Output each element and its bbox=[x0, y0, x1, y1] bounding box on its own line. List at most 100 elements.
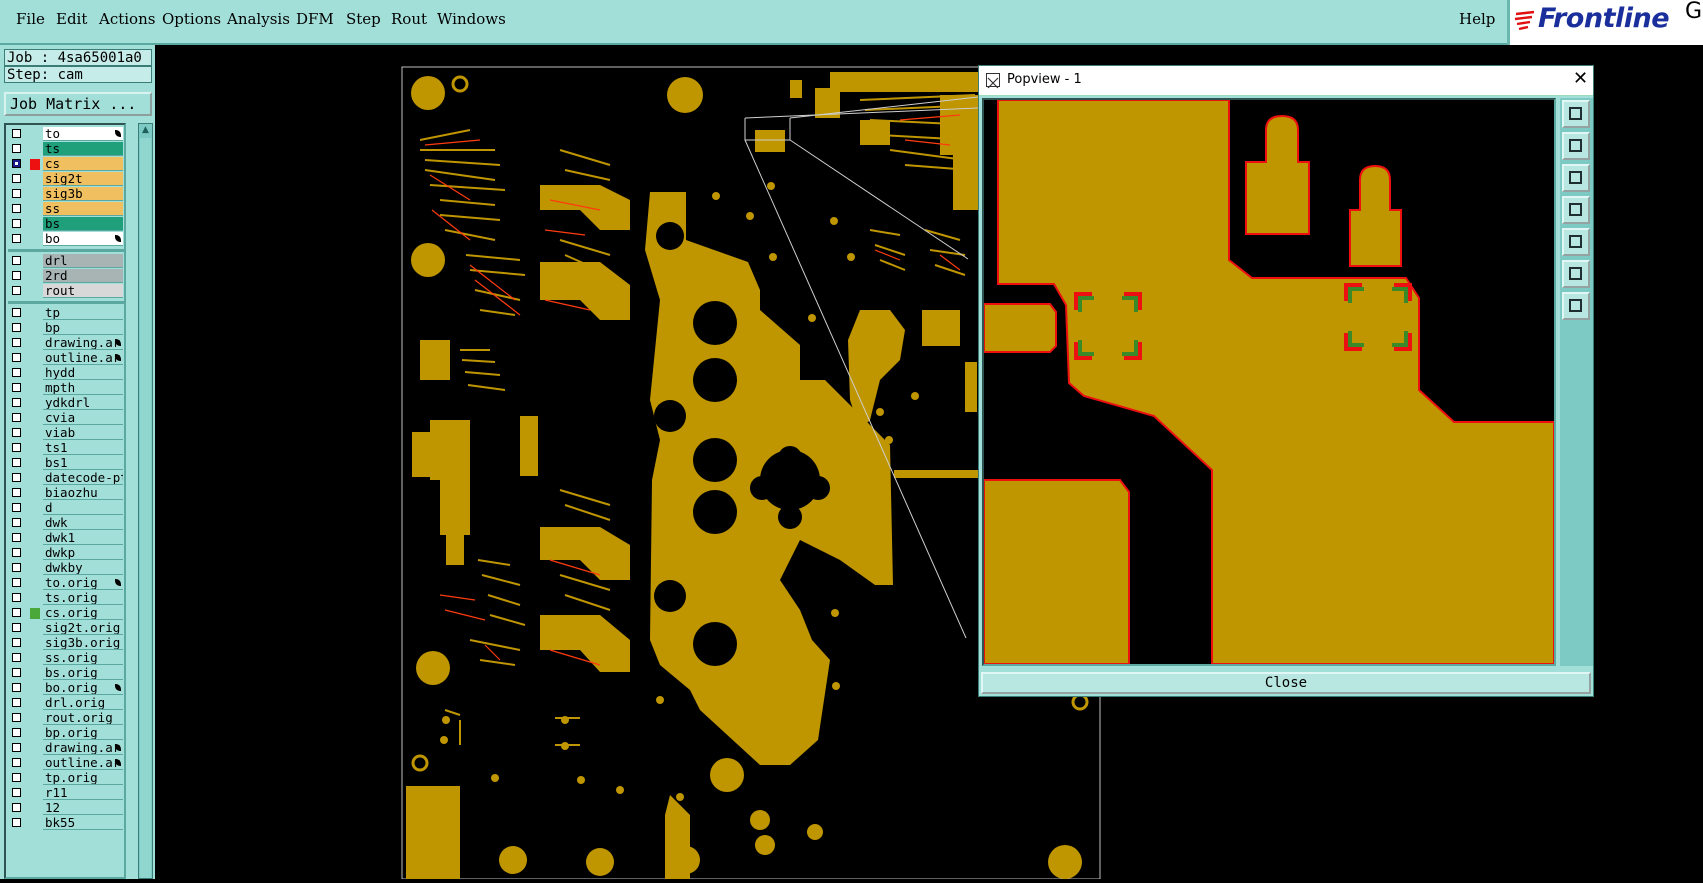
layer-checkbox[interactable] bbox=[12, 473, 21, 482]
layer-checkbox[interactable] bbox=[12, 728, 21, 737]
menu-edit[interactable]: Edit bbox=[56, 10, 87, 28]
layer-row-sig3b[interactable]: sig3b bbox=[8, 187, 124, 202]
pan-left-icon[interactable] bbox=[1562, 196, 1590, 224]
layer-name[interactable]: bs bbox=[43, 217, 123, 231]
menu-windows[interactable]: Windows bbox=[437, 10, 506, 28]
layer-row-to[interactable]: to bbox=[8, 127, 124, 142]
layer-checkbox[interactable] bbox=[12, 204, 21, 213]
layer-checkbox[interactable] bbox=[12, 286, 21, 295]
layer-name[interactable]: ss bbox=[43, 202, 123, 216]
layer-name[interactable]: bp bbox=[43, 321, 123, 335]
layer-name[interactable]: dwkp bbox=[43, 546, 123, 560]
layer-name[interactable]: rout bbox=[43, 284, 123, 298]
menu-help[interactable]: Help bbox=[1459, 10, 1495, 28]
menu-file[interactable]: File bbox=[16, 10, 45, 28]
layer-row-drl[interactable]: drl bbox=[8, 254, 124, 269]
layer-checkbox[interactable] bbox=[12, 488, 21, 497]
layer-row-rout[interactable]: rout bbox=[8, 284, 124, 299]
layer-checkbox[interactable] bbox=[12, 428, 21, 437]
layer-name[interactable]: sig3b.orig bbox=[43, 636, 123, 650]
layer-name[interactable]: mpth bbox=[43, 381, 123, 395]
layer-name[interactable]: sig3b bbox=[43, 187, 123, 201]
layer-row-bs[interactable]: bs bbox=[8, 217, 124, 232]
layer-row-ts[interactable]: ts bbox=[8, 142, 124, 157]
layer-checkbox[interactable] bbox=[12, 563, 21, 572]
home-icon[interactable] bbox=[1562, 292, 1590, 320]
layer-checkbox[interactable] bbox=[12, 174, 21, 183]
zoom-in-icon[interactable] bbox=[1562, 132, 1590, 160]
layer-name[interactable]: cs.orig bbox=[43, 606, 123, 620]
scroll-up-arrow-icon[interactable]: ▲ bbox=[139, 124, 152, 136]
layer-row-drawing-ar[interactable]: drawing.ar bbox=[8, 741, 124, 756]
layer-row-sig2t-orig[interactable]: sig2t.orig bbox=[8, 621, 124, 636]
popview-graphic[interactable] bbox=[982, 98, 1556, 666]
layer-row-bp[interactable]: bp bbox=[8, 321, 124, 336]
layer-checkbox[interactable] bbox=[12, 398, 21, 407]
layer-checkbox[interactable] bbox=[12, 713, 21, 722]
layer-row-ts-orig[interactable]: ts.orig bbox=[8, 591, 124, 606]
layer-row-dwk[interactable]: dwk bbox=[8, 516, 124, 531]
layer-name[interactable]: outline.ar bbox=[43, 756, 123, 770]
layer-checkbox[interactable] bbox=[12, 638, 21, 647]
layer-row-sig2t[interactable]: sig2t bbox=[8, 172, 124, 187]
layer-name[interactable]: outline.ar bbox=[43, 351, 123, 365]
layer-checkbox[interactable] bbox=[12, 323, 21, 332]
layer-checkbox[interactable] bbox=[12, 353, 21, 362]
layer-row-ss[interactable]: ss bbox=[8, 202, 124, 217]
layer-name[interactable]: drl bbox=[43, 254, 123, 268]
layer-name[interactable]: rout.orig bbox=[43, 711, 123, 725]
layer-row-bp-orig[interactable]: bp.orig bbox=[8, 726, 124, 741]
layer-row-bs1[interactable]: bs1 bbox=[8, 456, 124, 471]
layer-row-hydd[interactable]: hydd bbox=[8, 366, 124, 381]
layer-name[interactable]: hydd bbox=[43, 366, 123, 380]
layer-checkbox[interactable] bbox=[12, 773, 21, 782]
layer-name[interactable]: bo bbox=[43, 232, 123, 246]
layer-name[interactable]: bo.orig bbox=[43, 681, 123, 695]
layer-checkbox[interactable] bbox=[12, 383, 21, 392]
layer-row-drawing-ar[interactable]: drawing.ar bbox=[8, 336, 124, 351]
layer-checkbox[interactable] bbox=[12, 458, 21, 467]
layer-name[interactable]: drawing.ar bbox=[43, 741, 123, 755]
layer-checkbox[interactable] bbox=[12, 413, 21, 422]
layer-row-bs-orig[interactable]: bs.orig bbox=[8, 666, 124, 681]
layer-name[interactable]: tp.orig bbox=[43, 771, 123, 785]
layer-row-ts1[interactable]: ts1 bbox=[8, 441, 124, 456]
layer-row-cs[interactable]: cs bbox=[8, 157, 124, 172]
layer-row-dwk1[interactable]: dwk1 bbox=[8, 531, 124, 546]
layer-name[interactable]: ts1 bbox=[43, 441, 123, 455]
layer-row-datecode-pt[interactable]: datecode-pt bbox=[8, 471, 124, 486]
layer-row-viab[interactable]: viab bbox=[8, 426, 124, 441]
menu-options[interactable]: Options bbox=[162, 10, 221, 28]
layer-name[interactable]: bs.orig bbox=[43, 666, 123, 680]
layer-checkbox[interactable] bbox=[12, 788, 21, 797]
layer-name[interactable]: 12 bbox=[43, 801, 123, 815]
layer-row-sig3b-orig[interactable]: sig3b.orig bbox=[8, 636, 124, 651]
layer-name[interactable]: to bbox=[43, 127, 123, 141]
layer-checkbox[interactable] bbox=[12, 338, 21, 347]
layer-row-tp[interactable]: tp bbox=[8, 306, 124, 321]
job-matrix-button[interactable]: Job Matrix ... bbox=[4, 92, 152, 116]
layer-checkbox[interactable] bbox=[12, 593, 21, 602]
layer-name[interactable]: dwk bbox=[43, 516, 123, 530]
layer-name[interactable]: biaozhu bbox=[43, 486, 123, 500]
layer-name[interactable]: to.orig bbox=[43, 576, 123, 590]
layer-row-outline-ar[interactable]: outline.ar bbox=[8, 351, 124, 366]
layer-name[interactable]: sig2t.orig bbox=[43, 621, 123, 635]
pan-right-icon[interactable] bbox=[1562, 228, 1590, 256]
layer-name[interactable]: viab bbox=[43, 426, 123, 440]
layer-row-bo[interactable]: bo bbox=[8, 232, 124, 247]
layer-row-dwkby[interactable]: dwkby bbox=[8, 561, 124, 576]
menu-analysis[interactable]: Analysis bbox=[227, 10, 290, 28]
zoom-out-icon[interactable] bbox=[1562, 164, 1590, 192]
layer-checkbox[interactable] bbox=[12, 159, 21, 168]
menu-actions[interactable]: Actions bbox=[99, 10, 155, 28]
fit-icon[interactable] bbox=[1562, 260, 1590, 288]
layer-row-rout-orig[interactable]: rout.orig bbox=[8, 711, 124, 726]
layer-row-ss-orig[interactable]: ss.orig bbox=[8, 651, 124, 666]
layer-checkbox[interactable] bbox=[12, 758, 21, 767]
layer-name[interactable]: cvia bbox=[43, 411, 123, 425]
layer-row-cs-orig[interactable]: cs.orig bbox=[8, 606, 124, 621]
menu-rout[interactable]: Rout bbox=[391, 10, 427, 28]
layer-checkbox[interactable] bbox=[12, 503, 21, 512]
layer-row-outline-ar[interactable]: outline.ar bbox=[8, 756, 124, 771]
